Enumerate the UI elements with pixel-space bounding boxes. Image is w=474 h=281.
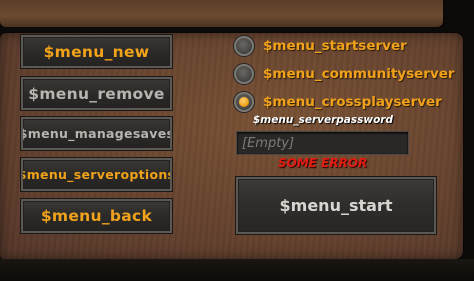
bottom-edge [0,259,474,281]
radio-community-server-label: $menu_communityserver [263,66,455,82]
radio-crossplay-server-label: $menu_crossplayserver [263,94,442,110]
server-password-label: $menu_serverpassword [253,114,393,126]
top-panel [0,0,443,27]
radio-start-server[interactable]: $menu_startserver [234,35,407,57]
radio-button-icon[interactable] [234,64,254,84]
new-button[interactable]: $menu_new [20,34,173,69]
error-message: SOME ERROR [278,156,368,170]
radio-crossplay-server[interactable]: $menu_crossplayserver [234,91,442,113]
radio-button-icon[interactable] [234,36,254,56]
server-options-button[interactable]: $menu_serveroptions [20,157,173,192]
radio-community-server[interactable]: $menu_communityserver [234,63,455,85]
remove-button[interactable]: $menu_remove [20,76,173,111]
back-button[interactable]: $menu_back [20,198,173,234]
start-button[interactable]: $menu_start [235,176,437,235]
manage-saves-button[interactable]: $menu_managesaves [20,116,173,151]
server-password-input[interactable] [236,131,409,155]
radio-start-server-label: $menu_startserver [263,38,407,54]
radio-button-selected-icon[interactable] [234,92,254,112]
